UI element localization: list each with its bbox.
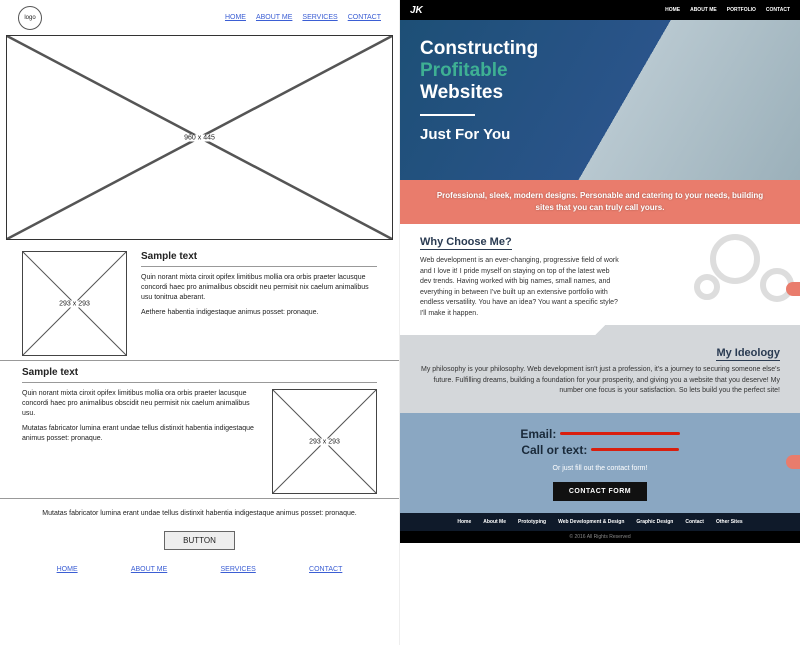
section2-text: Quin norant mixta cinxit opifex limitibu… [22,389,258,450]
contact-section: Email: Call or text: Or just fill out th… [400,413,800,513]
why-heading: Why Choose Me? [420,236,512,250]
nav-home[interactable]: HOME [225,14,246,21]
ph-dimensions-2: 293 x 293 [307,438,342,445]
hero-line3: Websites [420,82,503,103]
hero-placeholder: 960 x 445 [6,35,393,240]
portfolio-nav: HOME ABOUT ME PORTFOLIO CONTACT [665,7,790,13]
section2-para1: Quin norant mixta cinxit opifex limitibu… [22,389,258,418]
ideology-heading: My Ideology [716,347,780,361]
logo-placeholder: logo [18,6,42,30]
pfnav-graphic[interactable]: Graphic Design [636,519,673,525]
wireframe-header: logo HOME ABOUT ME SERVICES CONTACT [0,0,399,30]
redacted-phone [591,448,679,451]
portfolio-column: JK HOME ABOUT ME PORTFOLIO CONTACT Const… [400,0,800,645]
hero: Constructing Profitable Websites Just Fo… [400,20,800,180]
pfnav-proto[interactable]: Prototyping [518,519,546,525]
nav-contact[interactable]: CONTACT [348,14,381,21]
gear-icon [694,274,720,300]
hero-rule [420,114,475,116]
fnav-home[interactable]: HOME [57,566,78,573]
hero-sub: Just For You [420,126,780,143]
email-label: Email: [520,427,556,441]
wireframe-nav: HOME ABOUT ME SERVICES CONTACT [225,14,381,21]
pfnav-about[interactable]: About Me [483,519,506,525]
fnav-contact[interactable]: CONTACT [309,566,342,573]
copyright: © 2016 All Rights Reserved [400,531,800,543]
nav-about[interactable]: ABOUT ME [256,14,292,21]
contact-sub: Or just fill out the contact form! [420,465,780,472]
pnav-about[interactable]: ABOUT ME [690,7,717,13]
pnav-contact[interactable]: CONTACT [766,7,790,13]
why-body: Web development is an ever-changing, pro… [420,256,620,319]
pfnav-contact[interactable]: Contact [685,519,704,525]
hero-line2: Profitable [420,60,508,81]
section2-heading: Sample text [22,367,377,383]
redacted-email [560,432,680,435]
phone-label: Call or text: [521,443,587,457]
section-1: 293 x 293 Sample text Quin norant mixta … [0,245,399,361]
cta-button[interactable]: BUTTON [164,531,235,550]
section1-para2: Aethere habentia indigestaque animus pos… [141,308,377,318]
wireframe-footer-nav: HOME ABOUT ME SERVICES CONTACT [0,560,399,579]
cta-text: Mutatas fabricator lumina erant undae te… [30,509,369,519]
pfnav-other[interactable]: Other Sites [716,519,743,525]
brand-logo[interactable]: JK [410,5,423,16]
email-line: Email: [420,427,780,441]
phone-line: Call or text: [420,443,780,457]
gear-icon [710,234,760,284]
contact-form-button[interactable]: CONTACT FORM [553,482,647,501]
portfolio-footer-nav: Home About Me Prototyping Web Developmen… [400,513,800,531]
hero-headline: Constructing Profitable Websites [420,38,780,104]
why-choose-me: Why Choose Me? Web development is an eve… [400,224,800,335]
tagline-band: Professional, sleek, modern designs. Per… [400,180,800,224]
ideology-body: My philosophy is your philosophy. Web de… [420,365,780,397]
wireframe-column: logo HOME ABOUT ME SERVICES CONTACT 960 … [0,0,400,645]
fnav-about[interactable]: ABOUT ME [131,566,167,573]
cta-section: Mutatas fabricator lumina erant undae te… [0,499,399,560]
section1-para1: Quin norant mixta cinxit opifex limitibu… [141,273,377,302]
nav-services[interactable]: SERVICES [302,14,337,21]
pnav-home[interactable]: HOME [665,7,680,13]
section-2: Sample text Quin norant mixta cinxit opi… [0,361,399,499]
hero-dimensions: 960 x 445 [182,134,217,141]
pfnav-webdev[interactable]: Web Development & Design [558,519,624,525]
section2-para2: Mutatas fabricator lumina erant undae te… [22,424,258,444]
ideology-section: My Ideology My philosophy is your philos… [400,335,800,413]
pfnav-home[interactable]: Home [457,519,471,525]
pnav-portfolio[interactable]: PORTFOLIO [727,7,756,13]
image-placeholder: 293 x 293 [22,251,127,356]
ph-dimensions: 293 x 293 [57,300,92,307]
side-indicator-icon[interactable] [786,455,800,469]
portfolio-header: JK HOME ABOUT ME PORTFOLIO CONTACT [400,0,800,20]
section1-heading: Sample text [141,251,377,267]
hero-line1: Constructing [420,38,538,59]
fnav-services[interactable]: SERVICES [221,566,256,573]
image-placeholder-2: 293 x 293 [272,389,377,494]
section1-text: Sample text Quin norant mixta cinxit opi… [141,251,377,324]
side-indicator-icon[interactable] [786,282,800,296]
